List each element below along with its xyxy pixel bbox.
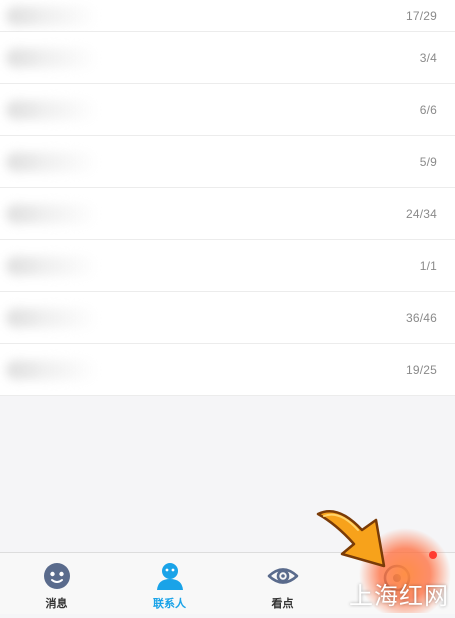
group-row[interactable]: 1/1 [0, 240, 455, 292]
contact-group-list: 17/29 3/4 6/6 5/9 24/34 1/1 36/46 19/25 [0, 0, 455, 396]
group-online-count: 19/25 [405, 362, 437, 377]
tab-kandian[interactable]: 看点 [226, 553, 339, 614]
group-name-blurred [6, 151, 98, 172]
group-name-blurred [6, 47, 98, 68]
group-online-count: 3/4 [419, 50, 437, 65]
eye-icon [267, 568, 298, 584]
group-name-blurred [6, 359, 98, 380]
tab-messages[interactable]: 消息 [0, 553, 113, 614]
tab-label: 联系人 [153, 598, 186, 610]
group-name-blurred [6, 99, 98, 120]
group-row[interactable]: 3/4 [0, 32, 455, 84]
group-online-count: 36/46 [405, 310, 437, 325]
contacts-icon [156, 563, 183, 590]
group-row[interactable]: 36/46 [0, 292, 455, 344]
group-name-blurred [6, 307, 98, 328]
group-online-count: 24/34 [405, 206, 437, 221]
group-name-blurred [6, 255, 98, 276]
watermark-text: 上海红网 [349, 582, 449, 610]
tab-label: 消息 [45, 598, 68, 610]
tab-contacts[interactable]: 联系人 [113, 553, 226, 614]
group-online-count: 1/1 [419, 258, 437, 273]
tab-label: 看点 [271, 598, 294, 610]
group-row[interactable]: 17/29 [0, 0, 455, 32]
group-name-blurred [6, 5, 98, 26]
messages-icon [43, 563, 70, 589]
group-online-count: 17/29 [405, 8, 437, 23]
group-row[interactable]: 24/34 [0, 188, 455, 240]
group-online-count: 5/9 [419, 154, 437, 169]
group-row[interactable]: 19/25 [0, 344, 455, 396]
group-name-blurred [6, 203, 98, 224]
group-online-count: 6/6 [419, 102, 437, 117]
group-row[interactable]: 5/9 [0, 136, 455, 188]
group-row[interactable]: 6/6 [0, 84, 455, 136]
